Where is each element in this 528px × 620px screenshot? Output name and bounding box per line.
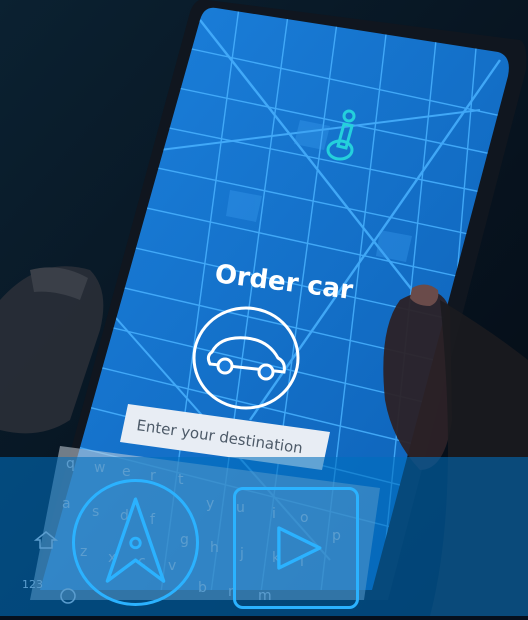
navigation-arrow-icon: [105, 497, 166, 583]
play-icon: [277, 526, 322, 570]
navigation-button[interactable]: [72, 479, 199, 606]
play-button[interactable]: [233, 487, 359, 609]
